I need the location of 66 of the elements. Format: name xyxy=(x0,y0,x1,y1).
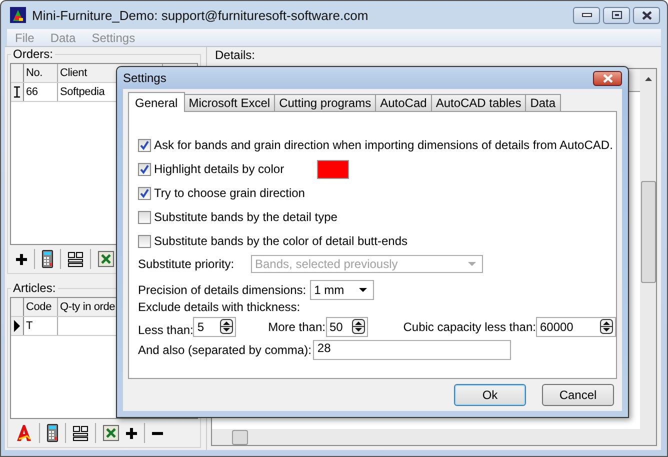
dropdown-arrow-icon[interactable] xyxy=(359,288,368,292)
field-label: Cubic capacity less than: xyxy=(403,320,536,334)
checkbox-label[interactable]: Substitute bands by the color of detail butt-ends xyxy=(154,234,408,248)
tab[interactable]: Cutting programs xyxy=(274,94,376,111)
tab[interactable]: General xyxy=(128,92,185,112)
layout-icon[interactable] xyxy=(68,252,83,266)
tab[interactable]: AutoCad xyxy=(375,94,432,111)
group-label: Articles: xyxy=(11,281,58,295)
tab[interactable]: AutoCAD tables xyxy=(430,94,526,111)
checkbox-label[interactable]: Ask for bands and grain direction when importing dimensions of details from AutoCAD. xyxy=(154,138,613,152)
tab[interactable]: Microsoft Excel xyxy=(184,94,276,111)
calculator-icon[interactable] xyxy=(47,424,58,442)
group-label: Details: xyxy=(214,48,256,62)
checkbox[interactable] xyxy=(138,138,151,152)
spin-field[interactable]: 50 xyxy=(326,316,368,336)
checkbox-label[interactable]: Highlight details by color xyxy=(154,162,284,176)
spin-arrows-icon[interactable] xyxy=(600,319,613,334)
checkbox-label[interactable]: Try to choose grain direction xyxy=(154,186,305,200)
table-cell: T xyxy=(24,317,58,335)
checkbox[interactable] xyxy=(138,186,151,200)
maximize-icon xyxy=(612,11,622,19)
window-title: Mini-Furniture_Demo: support@furnituresoft-software.com xyxy=(32,8,368,22)
current-row-arrow-icon xyxy=(14,320,20,332)
column-header[interactable]: Code xyxy=(24,298,58,316)
group-label: Orders: xyxy=(11,47,56,61)
vertical-scrollbar[interactable] xyxy=(640,69,656,429)
horizontal-scrollbar[interactable] xyxy=(212,429,656,445)
layout-icon[interactable] xyxy=(73,426,88,440)
spreadsheet-icon[interactable] xyxy=(103,425,119,441)
minimize-button[interactable] xyxy=(573,6,600,24)
spin-field[interactable]: 60000 xyxy=(536,316,616,336)
color-swatch[interactable] xyxy=(317,160,350,178)
spin-arrows-icon[interactable] xyxy=(352,319,366,334)
table-cell: 66 xyxy=(24,83,58,101)
spin-arrows-icon[interactable] xyxy=(220,319,234,334)
scroll-up-icon[interactable] xyxy=(644,77,652,81)
field-label: More than: xyxy=(268,320,326,334)
checkbox[interactable] xyxy=(138,234,151,248)
checkbox[interactable] xyxy=(138,162,151,176)
close-button[interactable] xyxy=(593,70,622,86)
font-color-icon[interactable] xyxy=(16,424,32,442)
field-label: And also (separated by comma): xyxy=(138,343,312,357)
field-label: Substitute priority: xyxy=(138,257,236,271)
app-logo-icon xyxy=(10,7,26,23)
plus-icon[interactable] xyxy=(16,254,27,264)
calculator-icon[interactable] xyxy=(42,250,53,268)
dialog-button[interactable]: Cancel xyxy=(542,384,614,406)
close-icon xyxy=(640,10,652,20)
spreadsheet-icon[interactable] xyxy=(98,251,114,267)
minimize-icon xyxy=(582,13,592,17)
column-header[interactable]: No. xyxy=(24,64,58,82)
maximize-button[interactable] xyxy=(603,6,630,24)
text-cursor-icon xyxy=(14,86,20,98)
plus-icon[interactable] xyxy=(126,428,137,438)
close-button[interactable] xyxy=(633,6,660,24)
dropdown[interactable]: 1 mm xyxy=(310,280,374,300)
tab[interactable]: Data xyxy=(525,94,561,111)
minus-icon[interactable] xyxy=(152,432,163,434)
checkbox[interactable] xyxy=(138,210,151,224)
field-label: Less than: xyxy=(138,323,194,337)
input-field[interactable]: 28 xyxy=(313,340,512,360)
dialog-button[interactable]: Ok xyxy=(454,384,526,406)
spin-field[interactable]: 5 xyxy=(193,316,236,336)
close-icon xyxy=(602,74,614,82)
checkbox-label[interactable]: Substitute bands by the detail type xyxy=(154,210,338,224)
field-label: Precision of details dimensions: xyxy=(138,283,306,297)
